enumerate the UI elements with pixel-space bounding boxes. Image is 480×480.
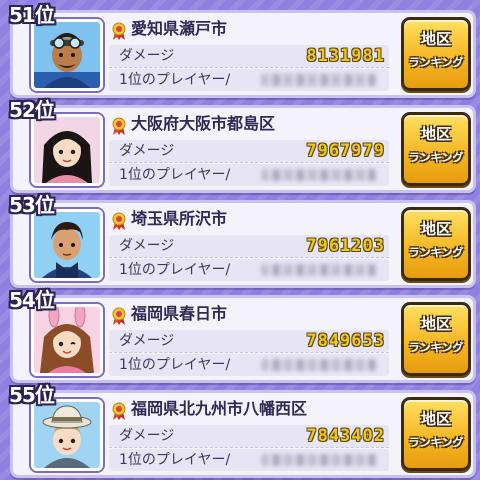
damage-label: ダメージ <box>119 143 175 159</box>
rank-number: 53位 <box>9 193 55 217</box>
divider <box>109 257 389 258</box>
rank-number: 52位 <box>9 98 55 122</box>
medal-icon <box>111 117 127 135</box>
player-avatar <box>31 209 103 281</box>
divider <box>109 352 389 353</box>
district-ranking-button-label-bottom: ランキング <box>408 246 464 259</box>
ranking-entry: 52位 大阪府大阪市都島区 ダメージ 7967979 1位のプレイヤー/ 地区 … <box>9 98 476 193</box>
top-player-name-blurred <box>261 169 377 181</box>
top-player-name-blurred <box>261 264 377 276</box>
damage-row: ダメージ 7961203 <box>109 235 389 257</box>
rank-number: 51位 <box>9 3 55 27</box>
ranking-entry: 51位 愛知県瀬戸市 ダメージ 8131981 1位のプレイヤー/ 地区 ランキ… <box>9 3 476 98</box>
damage-row: ダメージ 7843402 <box>109 425 389 447</box>
damage-value: 8131981 <box>306 46 385 66</box>
medal-icon <box>111 212 127 230</box>
damage-label: ダメージ <box>119 333 175 349</box>
player-avatar <box>31 304 103 376</box>
city-name: 福岡県北九州市八幡西区 <box>131 399 308 418</box>
district-ranking-button-label-bottom: ランキング <box>408 56 464 69</box>
damage-value: 7843402 <box>306 426 385 446</box>
city-name: 埼玉県所沢市 <box>131 209 228 228</box>
rank-number: 55位 <box>9 383 55 407</box>
top-player-row: 1位のプレイヤー/ <box>109 164 389 186</box>
medal-icon <box>111 402 127 420</box>
district-ranking-button-label-top: 地区 <box>420 30 451 48</box>
top-player-name-blurred <box>261 359 377 371</box>
divider <box>109 447 389 448</box>
district-ranking-button[interactable]: 地区 ランキング <box>401 397 471 471</box>
damage-label: ダメージ <box>119 238 175 254</box>
city-name: 愛知県瀬戸市 <box>131 19 228 38</box>
player-avatar <box>31 114 103 186</box>
top-player-row: 1位のプレイヤー/ <box>109 259 389 281</box>
city-name: 大阪府大阪市都島区 <box>131 114 276 133</box>
district-ranking-button[interactable]: 地区 ランキング <box>401 207 471 281</box>
divider <box>109 67 389 68</box>
top-player-row: 1位のプレイヤー/ <box>109 354 389 376</box>
medal-icon <box>111 307 127 325</box>
ranking-entry: 55位 福岡県北九州市八幡西区 ダメージ 7843402 1位のプレイヤー/ 地… <box>9 383 476 478</box>
damage-label: ダメージ <box>119 428 175 444</box>
ranking-list: 51位 愛知県瀬戸市 ダメージ 8131981 1位のプレイヤー/ 地区 ランキ… <box>0 0 480 480</box>
top-player-row: 1位のプレイヤー/ <box>109 69 389 91</box>
damage-value: 7967979 <box>306 141 385 161</box>
damage-row: ダメージ 7849653 <box>109 330 389 352</box>
district-ranking-button-label-bottom: ランキング <box>408 341 464 354</box>
district-ranking-button[interactable]: 地区 ランキング <box>401 17 471 91</box>
top-player-row: 1位のプレイヤー/ <box>109 449 389 471</box>
top-player-label: 1位のプレイヤー/ <box>119 72 231 88</box>
player-avatar <box>31 19 103 91</box>
damage-label: ダメージ <box>119 48 175 64</box>
district-ranking-button-label-bottom: ランキング <box>408 436 464 449</box>
district-ranking-button-label-bottom: ランキング <box>408 151 464 164</box>
district-ranking-button-label-top: 地区 <box>420 220 451 238</box>
district-ranking-button[interactable]: 地区 ランキング <box>401 112 471 186</box>
city-name: 福岡県春日市 <box>131 304 228 323</box>
player-avatar <box>31 399 103 471</box>
divider <box>109 162 389 163</box>
ranking-entry: 54位 福岡県春日市 ダメージ 7849653 1位のプレイヤー/ 地区 ランキ… <box>9 288 476 383</box>
damage-row: ダメージ 8131981 <box>109 45 389 67</box>
district-ranking-button[interactable]: 地区 ランキング <box>401 302 471 376</box>
damage-row: ダメージ 7967979 <box>109 140 389 162</box>
medal-icon <box>111 22 127 40</box>
district-ranking-button-label-top: 地区 <box>420 125 451 143</box>
rank-number: 54位 <box>9 288 55 312</box>
district-ranking-button-label-top: 地区 <box>420 410 451 428</box>
top-player-label: 1位のプレイヤー/ <box>119 452 231 468</box>
top-player-label: 1位のプレイヤー/ <box>119 167 231 183</box>
district-ranking-button-label-top: 地区 <box>420 315 451 333</box>
top-player-label: 1位のプレイヤー/ <box>119 262 231 278</box>
damage-value: 7961203 <box>306 236 385 256</box>
ranking-entry: 53位 埼玉県所沢市 ダメージ 7961203 1位のプレイヤー/ 地区 ランキ… <box>9 193 476 288</box>
top-player-name-blurred <box>261 454 377 466</box>
top-player-label: 1位のプレイヤー/ <box>119 357 231 373</box>
damage-value: 7849653 <box>306 331 385 351</box>
top-player-name-blurred <box>261 74 377 86</box>
